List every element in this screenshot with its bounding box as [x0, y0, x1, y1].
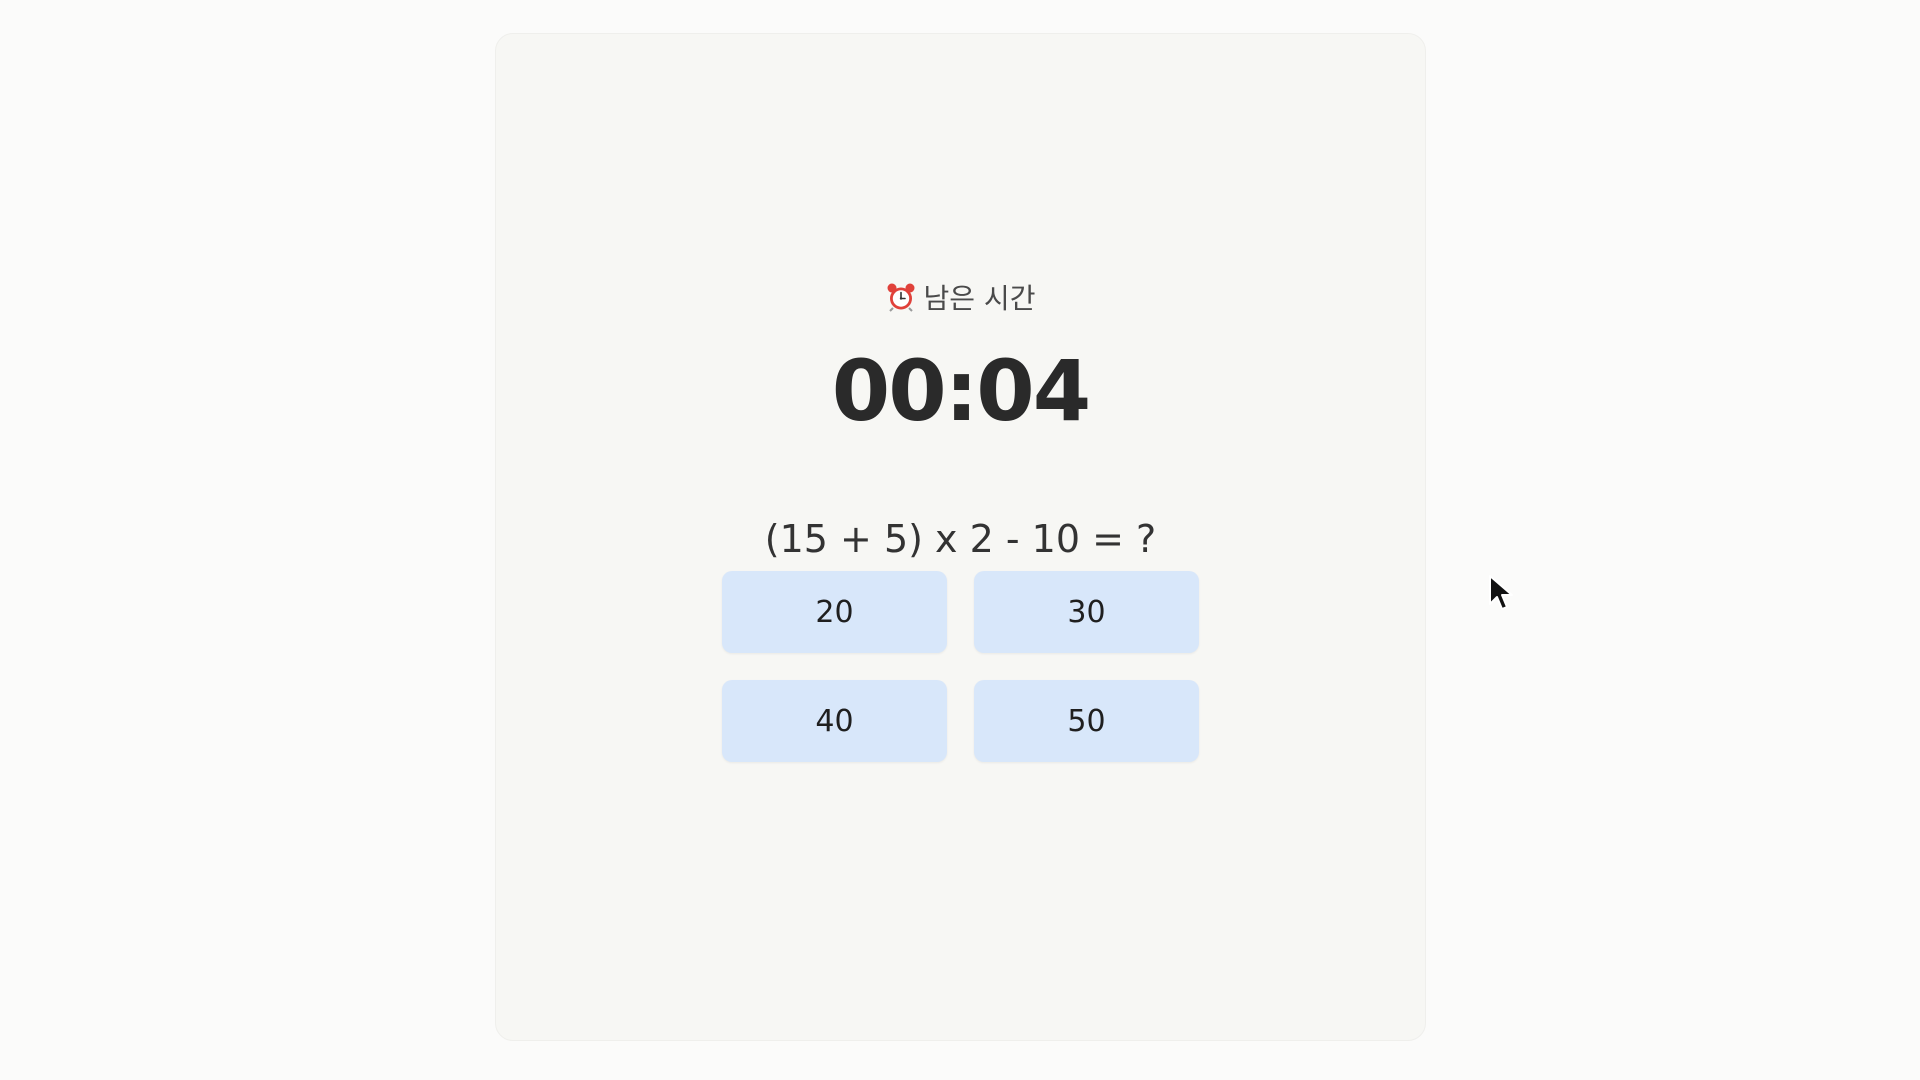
answer-button-3[interactable]: 40: [722, 680, 947, 762]
answer-button-4[interactable]: 50: [974, 680, 1199, 762]
quiz-page: 남은 시간 00:04 (15 + 5) x 2 - 10 = ? 20 30 …: [0, 0, 1920, 1080]
timer-label: 남은 시간: [496, 277, 1425, 317]
answer-grid: 20 30 40 50: [722, 571, 1199, 762]
answer-button-1[interactable]: 20: [722, 571, 947, 653]
mouse-pointer-icon: [1488, 574, 1514, 612]
timer-countdown: 00:04: [831, 342, 1091, 440]
quiz-card: 남은 시간 00:04 (15 + 5) x 2 - 10 = ? 20 30 …: [495, 33, 1426, 1041]
alarm-clock-icon: [886, 282, 916, 312]
answer-button-2[interactable]: 30: [974, 571, 1199, 653]
timer-label-text: 남은 시간: [923, 282, 1036, 315]
question-text: (15 + 5) x 2 - 10 = ?: [764, 517, 1157, 561]
